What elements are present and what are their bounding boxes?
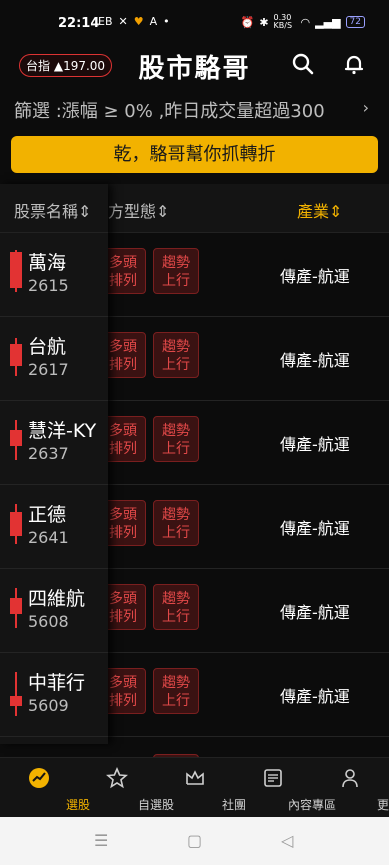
app-bar: 台指 ▲197.00 股市駱哥 bbox=[0, 44, 389, 90]
wifi-icon: ◠ bbox=[300, 15, 311, 29]
stock-name: 慧洋-KY bbox=[28, 420, 97, 442]
heart-icon: ♥ bbox=[133, 15, 144, 28]
trend-tag: 趨勢 上行 bbox=[153, 248, 199, 294]
header-pattern[interactable]: 方型態⇕ bbox=[108, 198, 169, 222]
system-nav-bar: ☰ ▢ ◁ bbox=[0, 817, 389, 865]
bottom-nav: 選股 自選股 社團 內容專區 更多 bbox=[0, 757, 389, 818]
eb-icon: EB bbox=[98, 15, 113, 28]
sticky-name-column: 股票名稱⇕ 萬海 2615 台航 2617 慧洋-KY 2637 正德 2641… bbox=[0, 184, 108, 744]
candle-icon bbox=[10, 672, 22, 716]
stock-code: 2617 bbox=[28, 360, 69, 379]
trend-tag: 趨勢 上行 bbox=[153, 500, 199, 546]
stock-code: 2637 bbox=[28, 444, 69, 463]
nav-label: 更多 bbox=[376, 798, 389, 812]
crown-icon bbox=[186, 770, 204, 785]
stock-name: 萬海 bbox=[28, 252, 67, 274]
stock-name-cell[interactable]: 中菲行 5609 bbox=[0, 652, 108, 737]
candle-icon bbox=[10, 504, 22, 544]
industry-label: 傳產-航運 bbox=[280, 687, 350, 706]
sort-icon: ⇕ bbox=[156, 202, 170, 221]
trend-tag: 趨勢 上行 bbox=[153, 332, 199, 378]
star-icon bbox=[106, 767, 128, 789]
index-change: ▲197.00 bbox=[53, 59, 106, 73]
turning-point-button[interactable]: 乾，駱哥幫你抓轉折 bbox=[11, 136, 378, 173]
person-icon bbox=[342, 769, 358, 788]
stock-name: 中菲行 bbox=[28, 672, 86, 694]
notification-icons: EB ✕ ♥ A • bbox=[98, 15, 170, 28]
nav-community[interactable]: 社團 bbox=[156, 758, 246, 818]
bell-icon[interactable] bbox=[342, 52, 368, 78]
industry-label: 傳產-航運 bbox=[280, 351, 350, 370]
nav-watchlist[interactable]: 自選股 bbox=[78, 758, 174, 818]
stock-name-cell[interactable]: 慧洋-KY 2637 bbox=[0, 400, 108, 485]
index-badge[interactable]: 台指 ▲197.00 bbox=[19, 54, 113, 77]
candle-icon bbox=[10, 420, 22, 460]
stock-name-cell[interactable]: 四維航 5608 bbox=[0, 568, 108, 653]
dot-icon: • bbox=[163, 15, 170, 28]
menu-icon[interactable]: ☰ bbox=[94, 831, 108, 850]
system-icons: ⏰ ✱ 0.30 KB/S ◠ ▂▄▆ 72 bbox=[241, 14, 365, 30]
stock-name-cell[interactable]: 台航 2617 bbox=[0, 316, 108, 401]
stock-code: 2615 bbox=[28, 276, 69, 295]
x-icon: ✕ bbox=[118, 15, 128, 28]
news-icon bbox=[264, 769, 282, 787]
status-time: 22:14 bbox=[58, 16, 100, 31]
trend-tag: 趨勢 上行 bbox=[153, 668, 199, 714]
nav-content[interactable]: 內容專區 bbox=[234, 758, 336, 818]
stock-name: 正德 bbox=[28, 504, 67, 526]
stock-name: 台航 bbox=[28, 336, 67, 358]
network-speed: 0.30 KB/S bbox=[273, 13, 293, 30]
chevron-right-icon: › bbox=[362, 98, 369, 117]
industry-label: 傳產-航運 bbox=[280, 435, 350, 454]
trend-tag: 趨勢 上行 bbox=[153, 416, 199, 462]
stock-pick-icon bbox=[29, 768, 49, 788]
home-icon[interactable]: ▢ bbox=[187, 831, 202, 850]
signal-icon: ▂▄▆ bbox=[315, 15, 341, 29]
stock-code: 2641 bbox=[28, 528, 69, 547]
back-icon[interactable]: ◁ bbox=[281, 831, 293, 850]
industry-label: 傳產-航運 bbox=[280, 267, 350, 286]
nav-stock-pick[interactable]: 選股 bbox=[0, 758, 90, 818]
sort-icon: ⇕ bbox=[329, 202, 343, 221]
filter-text: 篩選 :漲幅 ≥ 0% ,昨日成交量超過300 bbox=[14, 101, 325, 122]
stock-name-cell[interactable]: 正德 2641 bbox=[0, 484, 108, 569]
stock-code: 5608 bbox=[28, 612, 69, 631]
nav-more[interactable]: 更多 bbox=[311, 758, 389, 818]
trend-tag: 趨勢 上行 bbox=[153, 584, 199, 630]
stock-name-cell[interactable]: 萬海 2615 bbox=[0, 232, 108, 317]
filter-summary[interactable]: 篩選 :漲幅 ≥ 0% ,昨日成交量超過300 › bbox=[0, 92, 389, 128]
header-industry[interactable]: 產業⇕ bbox=[297, 198, 342, 222]
candle-icon bbox=[10, 338, 22, 376]
a-icon: A bbox=[149, 15, 158, 28]
industry-label: 傳產-航運 bbox=[280, 603, 350, 622]
index-label: 台指 bbox=[26, 59, 51, 73]
status-bar: 22:14 EB ✕ ♥ A • ⏰ ✱ 0.30 KB/S ◠ ▂▄▆ 72 bbox=[0, 0, 389, 44]
candle-icon bbox=[10, 250, 22, 292]
header-name[interactable]: 股票名稱⇕ bbox=[0, 184, 108, 233]
bluetooth-icon: ✱ bbox=[259, 15, 269, 29]
stock-name: 四維航 bbox=[28, 588, 86, 610]
alarm-icon: ⏰ bbox=[240, 15, 255, 29]
battery-icon: 72 bbox=[345, 16, 365, 28]
industry-label: 傳產-航運 bbox=[280, 519, 350, 538]
stock-code: 5609 bbox=[28, 696, 69, 715]
search-icon[interactable] bbox=[291, 52, 317, 78]
sort-icon: ⇕ bbox=[78, 202, 92, 221]
candle-icon bbox=[10, 588, 22, 628]
